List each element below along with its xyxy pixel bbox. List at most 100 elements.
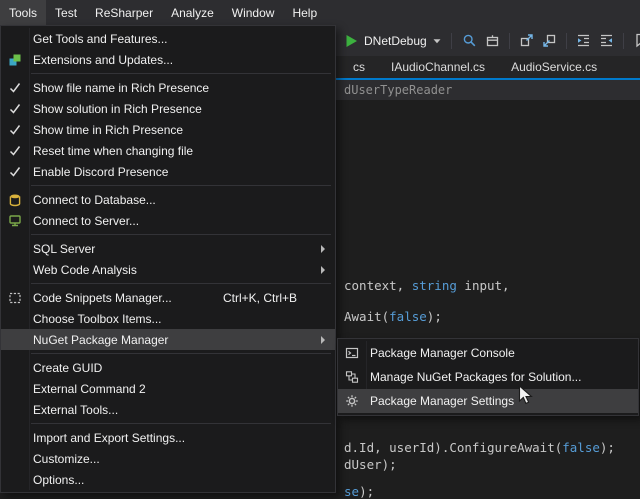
toolbar-icons: [460, 31, 640, 50]
menu-item-show-time-in-rich-presence[interactable]: Show time in Rich Presence: [1, 119, 335, 140]
code-segment: string: [412, 278, 457, 293]
code-line: context, string input,: [344, 278, 510, 293]
menu-item-code-snippets-manager[interactable]: Code Snippets Manager... Ctrl+K, Ctrl+B: [1, 287, 335, 308]
gear-icon: [338, 394, 366, 408]
menu-item-label: Manage NuGet Packages for Solution...: [366, 370, 581, 384]
menu-item-nuget-package-manager[interactable]: NuGet Package Manager: [1, 329, 335, 350]
menu-item-external-tools[interactable]: External Tools...: [1, 399, 335, 420]
toolbar-separator: [566, 33, 567, 49]
tab-partial[interactable]: cs: [340, 56, 378, 78]
menu-separator: [31, 234, 331, 235]
menu-item-show-solution-in-rich-presence[interactable]: Show solution in Rich Presence: [1, 98, 335, 119]
submenu-arrow-icon: [321, 336, 325, 344]
menu-item-label: Connect to Database...: [29, 193, 156, 207]
toolbar-separator: [509, 33, 510, 49]
menu-item-label: External Tools...: [29, 403, 118, 417]
code-line: dUser);: [344, 457, 397, 472]
menubar-item-help[interactable]: Help: [283, 0, 326, 25]
nuget-submenu: Package Manager Console Manage NuGet Pack…: [337, 338, 639, 416]
menu-item-extensions-and-updates[interactable]: Extensions and Updates...: [1, 49, 335, 70]
code-line: d.Id, userId).ConfigureAwait(false);: [344, 440, 615, 455]
menu-separator: [31, 73, 331, 74]
menu-item-get-tools-and-features[interactable]: Get Tools and Features...: [1, 28, 335, 49]
menu-item-external-command-2[interactable]: External Command 2: [1, 378, 335, 399]
console-icon: [338, 346, 366, 360]
submenu-arrow-icon: [321, 245, 325, 253]
menubar-item-test[interactable]: Test: [46, 0, 86, 25]
menu-item-manage-nuget-packages-for-solution[interactable]: Manage NuGet Packages for Solution...: [338, 365, 638, 389]
toolbar-separator: [451, 33, 452, 49]
menu-item-label: Create GUID: [29, 361, 102, 375]
menubar-item-window[interactable]: Window: [223, 0, 284, 25]
outdent-icon[interactable]: [597, 31, 616, 50]
tab-audioservice[interactable]: AudioService.cs: [498, 56, 610, 78]
database-icon: [1, 193, 29, 207]
indent-icon[interactable]: [574, 31, 593, 50]
nav-type-text: dUserTypeReader: [344, 83, 452, 97]
code-segment: Await(: [344, 309, 389, 324]
menu-item-label: Options...: [29, 473, 84, 487]
code-segment: d.Id, userId).ConfigureAwait(: [344, 440, 562, 455]
code-segment: false: [562, 440, 600, 455]
code-line: Await(false);: [344, 309, 442, 324]
menu-separator: [31, 185, 331, 186]
menu-item-label: NuGet Package Manager: [29, 333, 168, 347]
check-icon: [1, 144, 29, 158]
import-icon[interactable]: [540, 31, 559, 50]
menu-item-create-guid[interactable]: Create GUID: [1, 357, 335, 378]
menu-separator: [31, 353, 331, 354]
menu-item-sql-server[interactable]: SQL Server: [1, 238, 335, 259]
debug-target-dropdown[interactable]: DNetDebug: [341, 31, 443, 50]
check-icon: [1, 123, 29, 137]
menubar-item-resharper[interactable]: ReSharper: [86, 0, 162, 25]
check-icon: [1, 102, 29, 116]
menu-item-reset-time-when-changing-file[interactable]: Reset time when changing file: [1, 140, 335, 161]
check-icon: [1, 165, 29, 179]
menu-item-package-manager-console[interactable]: Package Manager Console: [338, 341, 638, 365]
menu-item-label: Code Snippets Manager...: [29, 291, 172, 305]
menu-item-web-code-analysis[interactable]: Web Code Analysis: [1, 259, 335, 280]
menu-separator: [31, 423, 331, 424]
menu-item-show-file-name-in-rich-presence[interactable]: Show file name in Rich Presence: [1, 77, 335, 98]
menu-item-options[interactable]: Options...: [1, 469, 335, 490]
menu-item-label: Get Tools and Features...: [29, 32, 168, 46]
submenu-arrow-icon: [321, 266, 325, 274]
check-icon: [1, 81, 29, 95]
menu-item-label: SQL Server: [29, 242, 95, 256]
code-segment: dUser);: [344, 457, 397, 472]
menu-item-import-and-export-settings[interactable]: Import and Export Settings...: [1, 427, 335, 448]
tab-iaudiochannel[interactable]: IAudioChannel.cs: [378, 56, 498, 78]
menu-item-enable-discord-presence[interactable]: Enable Discord Presence: [1, 161, 335, 182]
menu-item-customize[interactable]: Customize...: [1, 448, 335, 469]
extensions-icon: [1, 53, 29, 67]
menu-item-label: Show time in Rich Presence: [29, 123, 183, 137]
menu-item-label: Reset time when changing file: [29, 144, 193, 158]
debug-target-label: DNetDebug: [364, 34, 427, 48]
code-segment: input,: [457, 278, 510, 293]
menu-item-label: External Command 2: [29, 382, 146, 396]
start-debug-icon[interactable]: [341, 31, 360, 50]
search-icon[interactable]: [460, 31, 479, 50]
chevron-down-icon[interactable]: [431, 31, 443, 50]
bookmark-icon[interactable]: [631, 31, 640, 50]
menu-item-label: Package Manager Console: [366, 346, 515, 360]
menu-item-shortcut: Ctrl+K, Ctrl+B: [223, 291, 329, 305]
menubar-item-analyze[interactable]: Analyze: [162, 0, 223, 25]
export-icon[interactable]: [517, 31, 536, 50]
menu-item-label: Customize...: [29, 452, 100, 466]
menu-item-choose-toolbox-items[interactable]: Choose Toolbox Items...: [1, 308, 335, 329]
menu-item-label: Import and Export Settings...: [29, 431, 185, 445]
menu-item-label: Show solution in Rich Presence: [29, 102, 202, 116]
menu-item-package-manager-settings[interactable]: Package Manager Settings: [338, 389, 638, 413]
menubar-item-tools[interactable]: Tools: [0, 0, 46, 25]
menu-item-connect-to-server[interactable]: Connect to Server...: [1, 210, 335, 231]
toolbar-separator: [623, 33, 624, 49]
menu-item-connect-to-database[interactable]: Connect to Database...: [1, 189, 335, 210]
manage-packages-icon: [338, 370, 366, 384]
package-icon[interactable]: [483, 31, 502, 50]
server-icon: [1, 214, 29, 228]
menu-item-label: Package Manager Settings: [366, 394, 514, 408]
menu-item-label: Extensions and Updates...: [29, 53, 173, 67]
menu-item-label: Connect to Server...: [29, 214, 139, 228]
code-segment: );: [600, 440, 615, 455]
